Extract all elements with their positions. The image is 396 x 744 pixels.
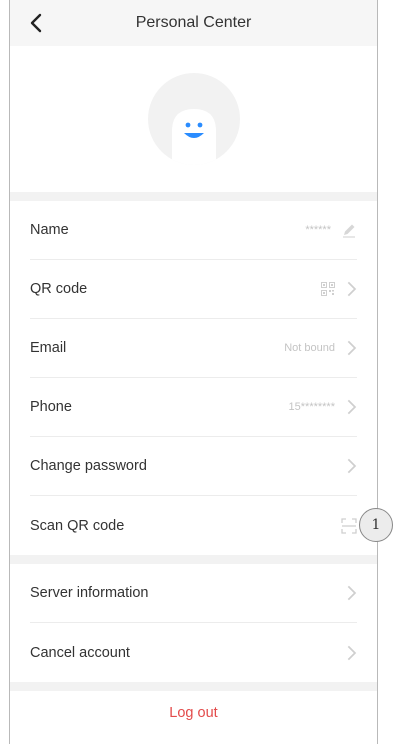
name-label: Name xyxy=(30,222,69,238)
page-title: Personal Center xyxy=(135,14,252,31)
chevron-right-icon xyxy=(347,340,357,356)
name-value: ****** xyxy=(305,224,331,236)
header-bar: Personal Center xyxy=(10,0,377,46)
qr-code-label: QR code xyxy=(30,281,88,297)
smiley-avatar-icon xyxy=(171,109,216,165)
chevron-right-icon xyxy=(347,399,357,415)
back-button[interactable] xyxy=(22,9,50,37)
server-information-row[interactable]: Server information xyxy=(30,564,357,623)
change-password-row[interactable]: Change password xyxy=(30,437,357,496)
chevron-right-icon xyxy=(347,281,357,297)
pencil-icon[interactable] xyxy=(341,222,357,238)
section-gap xyxy=(10,682,377,691)
qr-code-icon xyxy=(321,282,335,296)
scan-qr-code-label: Scan QR code xyxy=(30,517,125,534)
scan-qr-code-row[interactable]: Scan QR code xyxy=(30,496,357,555)
phone-label: Phone xyxy=(30,399,72,415)
logout-label: Log out xyxy=(169,705,218,721)
avatar[interactable] xyxy=(147,73,240,165)
section-gap xyxy=(10,192,377,201)
qr-code-row[interactable]: QR code xyxy=(30,260,357,319)
chevron-left-icon xyxy=(30,13,42,33)
chevron-right-icon xyxy=(347,585,357,601)
change-password-label: Change password xyxy=(30,458,147,474)
phone-screen: Personal Center Name ****** QR code Emai… xyxy=(9,0,378,744)
chevron-right-icon xyxy=(347,645,357,660)
scan-icon[interactable] xyxy=(341,517,357,534)
annotation-callout: 1 xyxy=(359,508,393,542)
email-row[interactable]: Email Not bound xyxy=(30,319,357,378)
logout-button[interactable]: Log out xyxy=(10,691,377,735)
email-value: Not bound xyxy=(284,342,335,354)
phone-value: 15******** xyxy=(288,401,335,413)
server-information-label: Server information xyxy=(30,585,149,601)
avatar-section xyxy=(10,46,377,192)
phone-row[interactable]: Phone 15******** xyxy=(30,378,357,437)
chevron-right-icon xyxy=(347,458,357,474)
cancel-account-label: Cancel account xyxy=(30,644,130,661)
name-row[interactable]: Name ****** xyxy=(30,201,357,260)
cancel-account-row[interactable]: Cancel account xyxy=(30,623,357,682)
section-gap xyxy=(10,555,377,564)
email-label: Email xyxy=(30,340,67,356)
